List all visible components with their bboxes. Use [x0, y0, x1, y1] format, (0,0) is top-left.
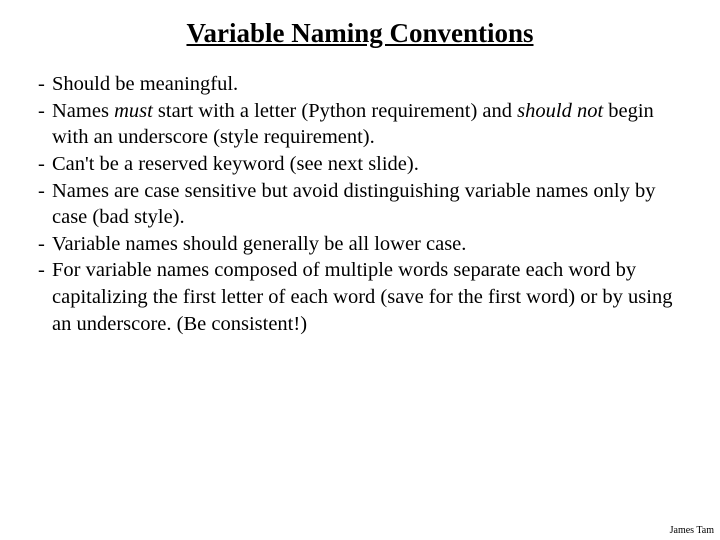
slide-container: Variable Naming Conventions - Should be … — [0, 0, 720, 540]
bullet-item: - Can't be a reserved keyword (see next … — [38, 151, 682, 178]
dash-icon: - — [38, 98, 52, 151]
text-segment: start with a letter (Python requirement)… — [153, 100, 517, 122]
slide-title: Variable Naming Conventions — [98, 18, 622, 49]
bullet-item: - For variable names composed of multipl… — [38, 257, 682, 337]
dash-icon: - — [38, 151, 52, 178]
bullet-text: For variable names composed of multiple … — [52, 257, 682, 337]
bullet-item: - Should be meaningful. — [38, 71, 682, 98]
dash-icon: - — [38, 231, 52, 258]
bullet-list: - Should be meaningful. - Names must sta… — [38, 71, 682, 337]
bullet-text: Names are case sensitive but avoid disti… — [52, 178, 682, 231]
bullet-item: - Names must start with a letter (Python… — [38, 98, 682, 151]
bullet-text: Names must start with a letter (Python r… — [52, 98, 682, 151]
emphasis-text: must — [114, 100, 153, 122]
bullet-text: Variable names should generally be all l… — [52, 231, 682, 258]
bullet-item: - Names are case sensitive but avoid dis… — [38, 178, 682, 231]
bullet-item: - Variable names should generally be all… — [38, 231, 682, 258]
dash-icon: - — [38, 257, 52, 337]
dash-icon: - — [38, 178, 52, 231]
bullet-text: Should be meaningful. — [52, 71, 682, 98]
emphasis-text: should not — [517, 100, 603, 122]
text-segment: Names — [52, 100, 114, 122]
bullet-text: Can't be a reserved keyword (see next sl… — [52, 151, 682, 178]
footer-author: James Tam — [670, 525, 714, 536]
dash-icon: - — [38, 71, 52, 98]
